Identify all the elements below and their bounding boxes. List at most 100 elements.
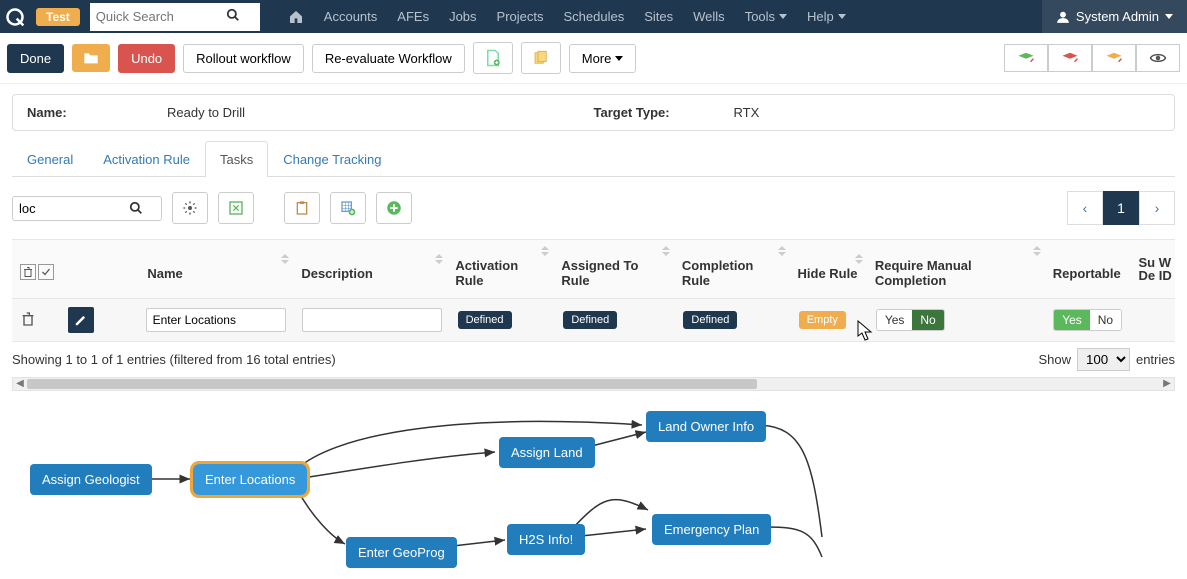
show-label: Show <box>1038 352 1071 367</box>
done-button[interactable]: Done <box>7 44 64 73</box>
cap-green-button[interactable] <box>1004 44 1048 72</box>
cap-yellow-button[interactable] <box>1092 44 1136 72</box>
filter-input[interactable] <box>19 201 129 216</box>
node-enter-locations[interactable]: Enter Locations <box>193 464 307 495</box>
node-enter-geoprog[interactable]: Enter GeoProg <box>346 537 457 568</box>
node-emergency-plan[interactable]: Emergency Plan <box>652 514 771 545</box>
more-label: More <box>582 51 612 66</box>
description-input[interactable] <box>302 308 442 332</box>
page-current[interactable]: 1 <box>1103 191 1139 225</box>
cell-description <box>294 300 450 340</box>
cell-edit[interactable] <box>60 299 137 341</box>
nav-home[interactable] <box>288 9 304 25</box>
cap-red-button[interactable] <box>1048 44 1092 72</box>
rep-yes[interactable]: Yes <box>1054 310 1090 330</box>
trash-icon[interactable] <box>20 264 36 280</box>
app-logo[interactable] <box>0 0 30 33</box>
rmc-yes[interactable]: Yes <box>877 310 913 330</box>
scroll-left-icon[interactable]: ◀ <box>13 378 27 389</box>
col-assigned-to-rule[interactable]: Assigned To Rule <box>553 240 673 298</box>
cell-activation-rule[interactable]: Defined <box>450 303 556 337</box>
col-description[interactable]: Description <box>293 248 447 291</box>
graduation-cap-icon <box>1017 51 1035 65</box>
tab-change-tracking[interactable]: Change Tracking <box>268 141 396 177</box>
workflow-diagram[interactable]: Assign Geologist Enter Locations Enter G… <box>12 397 1175 567</box>
node-assign-geologist[interactable]: Assign Geologist <box>30 464 152 495</box>
search-icon[interactable] <box>226 8 240 25</box>
doc-plus-button[interactable] <box>473 42 513 74</box>
chevron-down-icon <box>779 14 787 19</box>
nav-afes[interactable]: AFEs <box>397 9 429 24</box>
rmc-no[interactable]: No <box>912 310 943 330</box>
cell-delete[interactable] <box>12 303 60 338</box>
paste-button[interactable] <box>284 192 320 224</box>
tab-general[interactable]: General <box>12 141 88 177</box>
col-edit <box>62 255 139 283</box>
graduation-cap-icon <box>1061 51 1079 65</box>
rollout-button[interactable]: Rollout workflow <box>183 44 304 73</box>
entries-label: entries <box>1136 352 1175 367</box>
col-activation-rule[interactable]: Activation Rule <box>447 240 553 298</box>
search-icon[interactable] <box>129 201 143 215</box>
table-add-button[interactable] <box>330 192 366 224</box>
docs-button[interactable] <box>521 42 561 74</box>
eye-button[interactable] <box>1136 44 1180 72</box>
check-icon[interactable] <box>38 264 54 280</box>
home-icon <box>288 9 304 25</box>
graduation-cap-icon <box>1105 51 1123 65</box>
reevaluate-button[interactable]: Re-evaluate Workflow <box>312 44 465 73</box>
scroll-right-icon[interactable]: ▶ <box>1160 378 1174 389</box>
col-require-manual[interactable]: Require Manual Completion <box>867 240 1045 298</box>
nav-accounts[interactable]: Accounts <box>324 9 377 24</box>
filter-box[interactable] <box>12 196 162 221</box>
page-prev[interactable]: ‹ <box>1067 191 1103 225</box>
undo-button[interactable]: Undo <box>118 44 175 73</box>
user-menu[interactable]: System Admin <box>1042 0 1187 33</box>
diagram-lines <box>12 397 1175 567</box>
user-label: System Admin <box>1076 9 1159 24</box>
col-name[interactable]: Name <box>139 248 293 291</box>
cell-reportable[interactable]: Yes No <box>1045 301 1136 339</box>
cell-hide-rule[interactable]: Empty <box>791 303 868 337</box>
folder-button[interactable] <box>72 44 110 72</box>
env-badge: Test <box>36 8 80 26</box>
table-plus-icon <box>340 200 356 216</box>
excel-button[interactable] <box>218 192 254 224</box>
top-navbar: Test Accounts AFEs Jobs Projects Schedul… <box>0 0 1187 33</box>
more-button[interactable]: More <box>569 44 637 73</box>
nav-sites[interactable]: Sites <box>644 9 673 24</box>
tab-tasks[interactable]: Tasks <box>205 141 268 177</box>
quick-search[interactable] <box>90 3 260 31</box>
cell-assigned-to-rule[interactable]: Defined <box>555 303 675 337</box>
nav-help[interactable]: Help <box>807 9 846 24</box>
col-completion-rule[interactable]: Completion Rule <box>674 240 790 298</box>
rep-no[interactable]: No <box>1090 310 1121 330</box>
edit-button[interactable] <box>68 307 94 333</box>
col-hide-rule[interactable]: Hide Rule <box>790 248 867 291</box>
nav-tools[interactable]: Tools <box>745 9 787 24</box>
tab-activation-rule[interactable]: Activation Rule <box>88 141 205 177</box>
nav-projects[interactable]: Projects <box>497 9 544 24</box>
nav-jobs[interactable]: Jobs <box>449 9 476 24</box>
page-next[interactable]: › <box>1139 191 1175 225</box>
quick-search-input[interactable] <box>96 9 226 24</box>
nav-schedules[interactable]: Schedules <box>564 9 625 24</box>
user-icon <box>1056 10 1070 24</box>
node-land-owner-info[interactable]: Land Owner Info <box>646 411 766 442</box>
node-h2s-info[interactable]: H2S Info! <box>507 524 585 555</box>
cell-require-manual[interactable]: Yes No <box>868 301 1045 339</box>
add-button[interactable] <box>376 192 412 224</box>
col-reportable[interactable]: Reportable <box>1045 248 1137 291</box>
page-size-select[interactable]: 100 <box>1077 348 1130 371</box>
name-input[interactable] <box>146 308 286 332</box>
scroll-thumb[interactable] <box>27 379 757 389</box>
node-assign-land[interactable]: Assign Land <box>499 437 595 468</box>
nav-help-label: Help <box>807 9 834 24</box>
h-scrollbar[interactable]: ◀ ▶ <box>12 377 1175 391</box>
nav-wells[interactable]: Wells <box>693 9 725 24</box>
cell-completion-rule[interactable]: Defined <box>675 303 790 337</box>
document-plus-icon <box>484 49 502 67</box>
table-footer: Showing 1 to 1 of 1 entries (filtered fr… <box>12 342 1175 377</box>
info-panel: Name: Ready to Drill Target Type: RTX <box>12 94 1175 131</box>
settings-button[interactable] <box>172 192 208 224</box>
